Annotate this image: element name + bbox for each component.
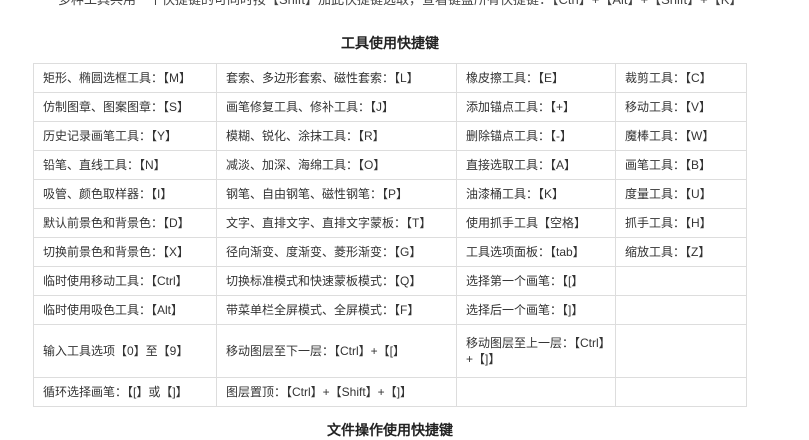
table-cell: 选择后一个画笔：【]】 xyxy=(456,295,616,325)
table-cell: 仿制图章、图案图章：【S】 xyxy=(33,92,217,122)
table-row: 历史记录画笔工具：【Y】 模糊、锐化、涂抹工具：【R】 删除锚点工具：【-】 魔棒工具… xyxy=(33,121,747,151)
table-cell xyxy=(456,377,616,407)
table-cell: 带菜单栏全屏模式、全屏模式：【F】 xyxy=(216,295,457,325)
table-cell: 切换标准模式和快速蒙板模式：【Q】 xyxy=(216,266,457,296)
table-cell: 画笔修复工具、修补工具：【J】 xyxy=(216,92,457,122)
table-cell: 吸管、颜色取样器：【I】 xyxy=(33,179,217,209)
table-cell: 径向渐变、度渐变、菱形渐变：【G】 xyxy=(216,237,457,267)
table-cell: 直接选取工具：【A】 xyxy=(456,150,616,180)
shortcut-table: 矩形、椭圆选框工具：【M】 套索、多边形套索、磁性套索：【L】 橡皮擦工具：【E】裁… xyxy=(33,63,747,407)
table-cell: 模糊、锐化、涂抹工具：【R】 xyxy=(216,121,457,151)
table-cell: 切换前景色和背景色：【X】 xyxy=(33,237,217,267)
table-cell: 历史记录画笔工具：【Y】 xyxy=(33,121,217,151)
table-cell: 钢笔、自由钢笔、磁性钢笔：【P】 xyxy=(216,179,457,209)
intro-text: 多种工具共用一个快捷键的可同时按【Shift】加此快捷键选取，查看键盘所有快捷键… xyxy=(0,0,809,9)
table-cell: 橡皮擦工具：【E】 xyxy=(456,63,616,93)
table-cell: 减淡、加深、海绵工具：【O】 xyxy=(216,150,457,180)
section-title: 工具使用快捷键 xyxy=(341,35,439,51)
table-row: 吸管、颜色取样器：【I】 钢笔、自由钢笔、磁性钢笔：【P】 油漆桶工具：【K】 度量工… xyxy=(33,179,747,209)
table-cell: 移动图层至上一层：【Ctrl】+【]】 xyxy=(456,324,616,378)
table-cell: 添加锚点工具：【+】 xyxy=(456,92,616,122)
table-cell: 油漆桶工具：【K】 xyxy=(456,179,616,209)
table-cell: 铅笔、直线工具：【N】 xyxy=(33,150,217,180)
table-cell: 魔棒工具：【W】 xyxy=(615,121,747,151)
table-cell xyxy=(615,266,747,296)
table-row: 默认前景色和背景色：【D】 文字、直排文字、直排文字蒙板：【T】 使用抓手工具【空格… xyxy=(33,208,747,238)
table-row: 切换前景色和背景色：【X】 径向渐变、度渐变、菱形渐变：【G】 工具选项面板：【ta… xyxy=(33,237,747,267)
table-cell: 画笔工具：【B】 xyxy=(615,150,747,180)
table-cell xyxy=(615,377,747,407)
table-cell: 裁剪工具：【C】 xyxy=(615,63,747,93)
table-cell: 移动图层至下一层：【Ctrl】+【[】 xyxy=(216,324,457,378)
table-cell: 输入工具选项【0】至【9】 xyxy=(33,324,217,378)
table-row: 铅笔、直线工具：【N】 减淡、加深、海绵工具：【O】 直接选取工具：【A】 画笔工具：… xyxy=(33,150,747,180)
table-cell: 使用抓手工具【空格】 xyxy=(456,208,616,238)
table-row: 输入工具选项【0】至【9】 移动图层至下一层：【Ctrl】+【[】 移动图层至上一层… xyxy=(33,324,747,378)
table-cell: 默认前景色和背景色：【D】 xyxy=(33,208,217,238)
table-cell xyxy=(615,324,747,378)
table-cell: 度量工具：【U】 xyxy=(615,179,747,209)
table-cell: 图层置顶：【Ctrl】+【Shift】+【]】 xyxy=(216,377,457,407)
table-cell: 移动工具：【V】 xyxy=(615,92,747,122)
table-cell xyxy=(615,295,747,325)
table-cell: 临时使用移动工具：【Ctrl】 xyxy=(33,266,217,296)
table-row: 仿制图章、图案图章：【S】 画笔修复工具、修补工具：【J】 添加锚点工具：【+】 移动… xyxy=(33,92,747,122)
table-cell: 套索、多边形套索、磁性套索：【L】 xyxy=(216,63,457,93)
table-row: 循环选择画笔：【[】或【]】 图层置顶：【Ctrl】+【Shift】+【]】 xyxy=(33,377,747,407)
table-cell: 循环选择画笔：【[】或【]】 xyxy=(33,377,217,407)
table-cell: 缩放工具：【Z】 xyxy=(615,237,747,267)
next-section-title: 文件操作使用快捷键 xyxy=(327,422,453,438)
table-row: 矩形、椭圆选框工具：【M】 套索、多边形套索、磁性套索：【L】 橡皮擦工具：【E】裁… xyxy=(33,63,747,93)
table-cell: 工具选项面板：【tab】 xyxy=(456,237,616,267)
table-cell: 删除锚点工具：【-】 xyxy=(456,121,616,151)
table-cell: 矩形、椭圆选框工具：【M】 xyxy=(33,63,217,93)
table-cell: 临时使用吸色工具：【Alt】 xyxy=(33,295,217,325)
table-row: 临时使用吸色工具：【Alt】 带菜单栏全屏模式、全屏模式：【F】 选择后一个画笔：【… xyxy=(33,295,747,325)
table-row: 临时使用移动工具：【Ctrl】 切换标准模式和快速蒙板模式：【Q】 选择第一个画笔：… xyxy=(33,266,747,296)
table-cell: 文字、直排文字、直排文字蒙板：【T】 xyxy=(216,208,457,238)
table-cell: 抓手工具：【H】 xyxy=(615,208,747,238)
table-cell: 选择第一个画笔：【[】 xyxy=(456,266,616,296)
